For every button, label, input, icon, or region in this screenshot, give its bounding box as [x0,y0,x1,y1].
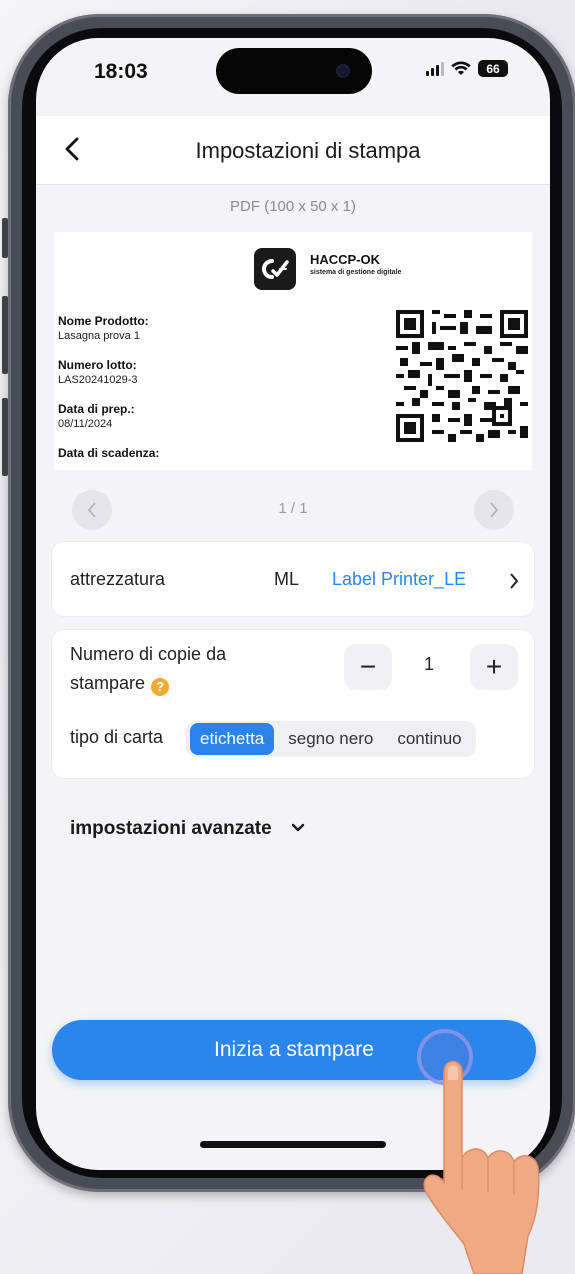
paper-option-continuous[interactable]: continuo [387,723,471,755]
preview-format: PDF (100 x 50 x 1) [230,198,356,215]
decrease-copies-button[interactable]: − [344,644,392,690]
chevron-right-icon [510,573,519,589]
wifi-icon [451,61,471,75]
page-indicator: 1 / 1 [278,500,308,517]
status-time: 18:03 [94,60,148,83]
copies-value: 1 [424,654,435,674]
home-indicator [200,1141,386,1148]
haccp-logo-icon [254,248,296,290]
printer-name: Label Printer_LE [332,569,467,589]
page-title: Impostazioni di stampa [195,138,421,163]
next-page-button[interactable] [474,490,514,530]
pointing-hand-icon [423,1060,540,1274]
volume-down-button [2,398,8,476]
paper-type-selector: etichetta segno nero continuo [186,721,476,757]
label-value-prep-date: 08/11/2024 [58,418,113,430]
printer-model: ML [274,569,300,589]
brand-tagline: sistema di gestione digitale [310,269,402,276]
mute-switch [2,218,8,258]
nav-bar: Impostazioni di stampa [36,116,550,185]
qr-code [396,310,528,442]
paper-type-label: tipo di carta [70,727,164,747]
paper-option-black-mark[interactable]: segno nero [278,723,383,755]
label-field-expiry: Data di scadenza: [58,446,160,460]
chevron-right-icon [490,502,499,518]
copies-label-line2: stampare [70,673,146,693]
increase-copies-button[interactable]: + [470,644,518,690]
advanced-settings-toggle[interactable]: impostazioni avanzate [70,818,305,840]
label-field-prep-date: Data di prep.: [58,402,135,416]
volume-up-button [2,296,8,374]
print-options-card: Numero di copie da stampare? − 1 + tipo … [52,630,534,778]
label-value-name: Lasagna prova 1 [58,330,140,342]
label-preview: HACCP-OK sistema di gestione digitale No… [54,232,532,470]
dynamic-island [216,48,372,94]
chevron-down-icon [291,823,305,832]
label-field-name: Nome Prodotto: [58,314,149,328]
device-label: attrezzatura [70,569,166,589]
advanced-settings-label: impostazioni avanzate [70,818,272,839]
label-field-lot: Numero lotto: [58,358,137,372]
phone-screen: 18:03 66 Impostazioni di stampa PDF (100… [36,38,550,1170]
copies-label: Numero di copie da stampare? [70,640,226,698]
paper-type-row: tipo di carta etichetta segno nero conti… [52,706,534,778]
copies-label-line1: Numero di copie da [70,644,227,664]
help-icon[interactable]: ? [151,677,170,696]
paper-option-label[interactable]: etichetta [190,723,275,755]
camera-icon [336,64,350,78]
label-value-lot: LAS20241029-3 [58,374,138,386]
signal-icon [426,61,444,76]
printer-row[interactable]: attrezzatura ML Label Printer_LE [52,542,534,616]
status-icons: 66 [426,60,508,77]
battery-icon: 66 [478,60,508,77]
brand-name: HACCP-OK [310,252,381,267]
